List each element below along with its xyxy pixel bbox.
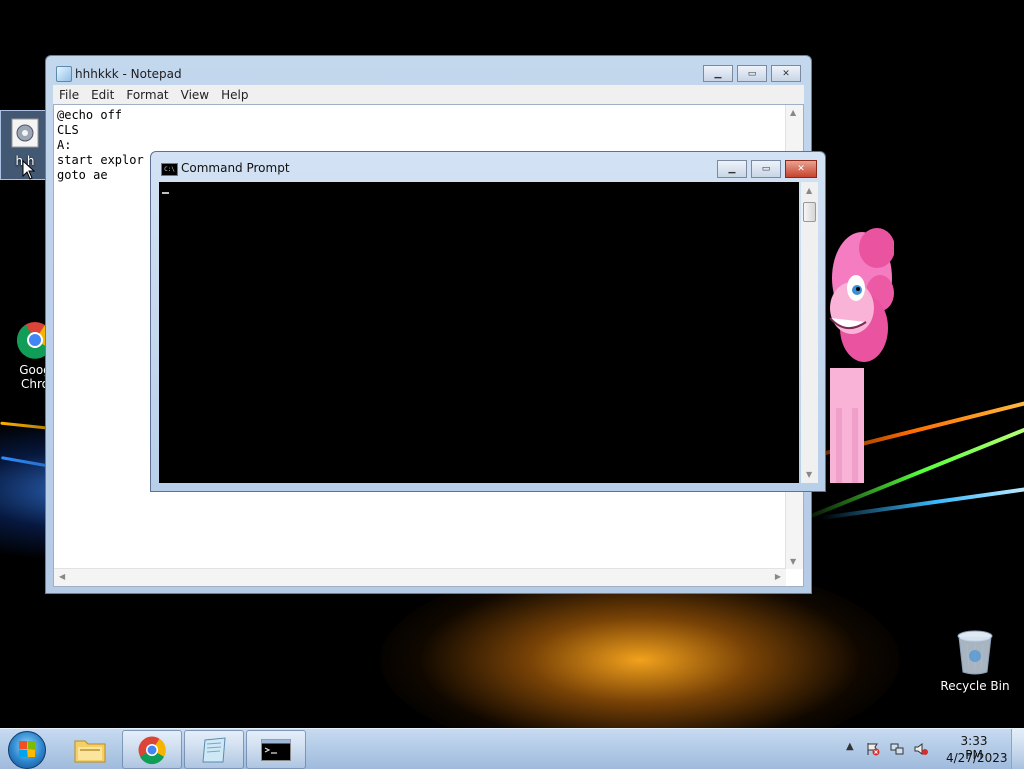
- scroll-up-arrow-icon[interactable]: ▲: [806, 186, 812, 195]
- close-icon: ✕: [782, 68, 790, 79]
- scroll-down-arrow-icon[interactable]: ▼: [790, 557, 796, 566]
- scroll-left-arrow-icon[interactable]: ◀: [59, 572, 65, 581]
- taskbar-explorer-button[interactable]: [60, 730, 120, 769]
- menu-edit[interactable]: Edit: [85, 88, 120, 102]
- maximize-button[interactable]: ▭: [751, 160, 781, 178]
- taskbar-cmd-button[interactable]: [246, 730, 306, 769]
- scrollbar-thumb[interactable]: [803, 202, 816, 222]
- menu-format[interactable]: Format: [120, 88, 174, 102]
- taskbar: ▲ 3:33 PM 4/27/2023: [0, 728, 1024, 769]
- minimize-button[interactable]: ▁: [703, 65, 733, 82]
- desktop-icon-label: Recycle Bin: [940, 679, 1010, 693]
- cmd-title: Command Prompt: [181, 161, 290, 175]
- console-output[interactable]: [159, 182, 799, 483]
- show-hidden-icons-icon[interactable]: ▲: [846, 741, 854, 752]
- pony-wallpaper-character: [829, 228, 894, 483]
- network-icon[interactable]: [890, 742, 904, 756]
- cmd-vertical-scrollbar[interactable]: ▲ ▼: [801, 182, 818, 483]
- notepad-horizontal-scrollbar[interactable]: ◀ ▶: [54, 568, 786, 586]
- command-prompt-window[interactable]: C:\ Command Prompt ▁ ▭ ✕ ▲ ▼: [150, 151, 826, 492]
- text-cursor: [162, 192, 169, 194]
- notepad-content: @echo off CLS A: start explor goto ae: [57, 108, 144, 182]
- gear-file-icon: [11, 118, 39, 148]
- cmd-caption-buttons: ▁ ▭ ✕: [717, 160, 817, 178]
- close-button[interactable]: ✕: [771, 65, 801, 82]
- cmd-icon: [261, 738, 291, 761]
- folder-icon: [74, 740, 106, 762]
- menu-file[interactable]: File: [53, 88, 85, 102]
- start-button[interactable]: [8, 731, 46, 769]
- notepad-icon: [202, 736, 226, 762]
- desktop: h h Goog Chro Recycle Bin hhhkkk - Notep…: [0, 0, 1024, 728]
- taskbar-chrome-button[interactable]: [122, 730, 182, 769]
- notepad-menubar: File Edit Format View Help: [53, 85, 804, 104]
- taskbar-notepad-button[interactable]: [184, 730, 244, 769]
- notepad-title: hhhkkk - Notepad: [75, 67, 182, 81]
- show-desktop-button[interactable]: [1011, 729, 1024, 769]
- menu-view[interactable]: View: [175, 88, 215, 102]
- close-icon: ✕: [797, 164, 805, 174]
- scroll-right-arrow-icon[interactable]: ▶: [775, 572, 781, 581]
- cmd-titlebar[interactable]: C:\ Command Prompt ▁ ▭ ✕: [151, 152, 825, 182]
- windows-logo-icon: [19, 741, 35, 757]
- desktop-icon-recycle-bin[interactable]: Recycle Bin: [940, 630, 1010, 700]
- cmd-icon: C:\: [161, 163, 178, 176]
- wallpaper-streak: [820, 484, 1024, 520]
- recycle-bin-icon: [957, 630, 993, 675]
- close-button[interactable]: ✕: [785, 160, 817, 178]
- notepad-icon: [56, 66, 72, 82]
- maximize-button[interactable]: ▭: [737, 65, 767, 82]
- scroll-up-arrow-icon[interactable]: ▲: [790, 108, 796, 117]
- minimize-button[interactable]: ▁: [717, 160, 747, 178]
- maximize-icon: ▭: [747, 68, 757, 79]
- mouse-cursor-icon: [22, 160, 36, 180]
- clock-date[interactable]: 4/27/2023: [946, 751, 1008, 765]
- menu-help[interactable]: Help: [215, 88, 254, 102]
- notepad-caption-buttons: ▁ ▭ ✕: [703, 65, 801, 82]
- minimize-icon: ▁: [714, 68, 722, 79]
- minimize-icon: ▁: [728, 164, 736, 174]
- scroll-down-arrow-icon[interactable]: ▼: [806, 470, 812, 479]
- action-center-flag-icon[interactable]: [866, 742, 880, 756]
- volume-muted-icon[interactable]: [914, 742, 928, 756]
- maximize-icon: ▭: [761, 164, 771, 174]
- chrome-icon: [138, 736, 166, 764]
